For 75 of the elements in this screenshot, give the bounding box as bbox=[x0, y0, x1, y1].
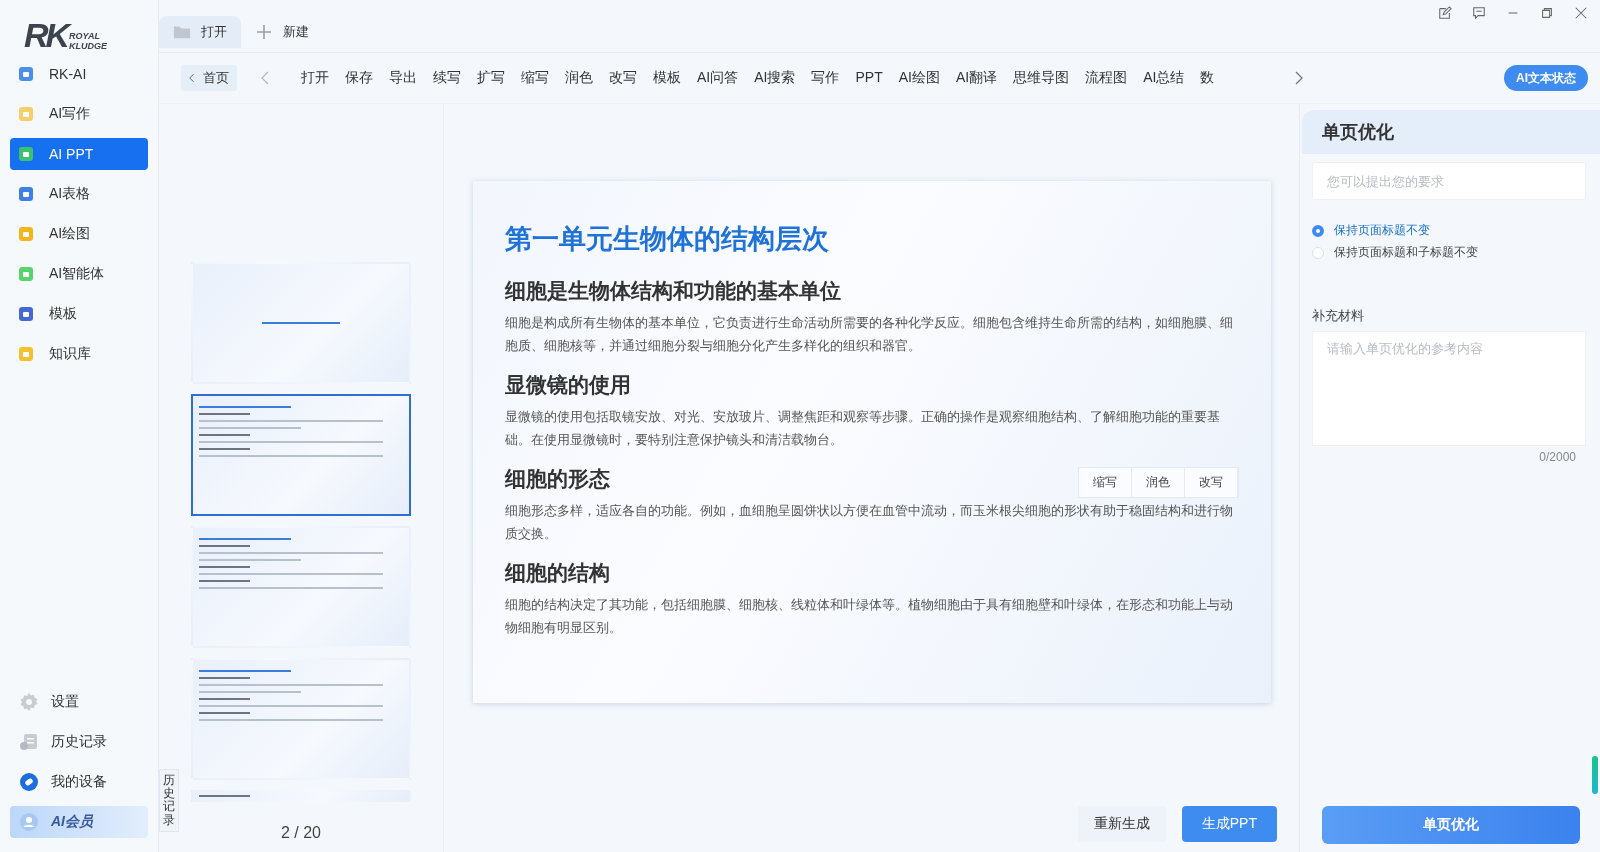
back-icon bbox=[189, 73, 195, 83]
edit-icon[interactable] bbox=[1438, 6, 1452, 20]
restore-icon[interactable] bbox=[1540, 6, 1554, 20]
slide-thumbnail[interactable] bbox=[191, 790, 411, 802]
toolbar-item[interactable]: 续写 bbox=[425, 69, 469, 87]
slide-paragraph: 显微镜的使用包括取镜安放、对光、安放玻片、调整焦距和观察等步骤。正确的操作是观察细胞结构、了解细胞功能的重要基础。在使用显微镜时，要特别注意保护镜头和清洁载物台。 bbox=[504, 408, 1221, 449]
toolbar-item[interactable]: AI绘图 bbox=[890, 69, 948, 87]
close-icon[interactable] bbox=[1574, 6, 1588, 20]
scroll-indicator bbox=[1592, 756, 1598, 794]
slide-thumbnail[interactable] bbox=[191, 526, 411, 648]
toolbar-item[interactable]: 保存 bbox=[337, 69, 381, 87]
toolbar-item[interactable]: AI问答 bbox=[689, 69, 747, 87]
plus-icon bbox=[255, 24, 273, 40]
toolbar-item[interactable]: 思维导图 bbox=[1005, 69, 1078, 87]
toolbar-item[interactable]: 改写 bbox=[601, 69, 645, 87]
settings-icon bbox=[19, 692, 39, 712]
character-counter: 0/2000 bbox=[1539, 450, 1576, 464]
toolbar-item[interactable]: AI翻译 bbox=[947, 69, 1006, 87]
slide-paragraph: 细胞的结构决定了其功能，包括细胞膜、细胞核、线粒体和叶绿体等。植物细胞由于具有细胞壁和叶绿体，在形态和功能上与动物细胞有明显区别。 bbox=[504, 596, 1234, 637]
folder-icon bbox=[173, 24, 191, 40]
slide-heading: 细胞的结构 bbox=[504, 560, 610, 586]
regenerate-button[interactable]: 重新生成 bbox=[1077, 806, 1166, 842]
slide-title: 第一单元生物体的结构层次 bbox=[504, 223, 830, 256]
panel-title: 单页优化 bbox=[1302, 110, 1600, 154]
scroll-right-icon[interactable] bbox=[1295, 71, 1303, 85]
toolbar-item[interactable]: 导出 bbox=[381, 69, 425, 87]
slide-thumbnail[interactable] bbox=[191, 658, 411, 780]
history-tab[interactable]: 历史记录 bbox=[159, 769, 179, 832]
sidebar-item[interactable]: AI智能体 bbox=[10, 258, 148, 290]
toolbar-item[interactable]: 缩写 bbox=[513, 69, 557, 87]
sidebar-item[interactable]: AI绘图 bbox=[10, 218, 148, 250]
home-button[interactable]: 首页 bbox=[181, 65, 237, 91]
slide-thumbnail[interactable] bbox=[191, 262, 411, 384]
toolbar-item[interactable]: AI搜索 bbox=[746, 69, 804, 87]
toolbar-item[interactable]: 写作 bbox=[803, 69, 848, 87]
toolbar-item[interactable]: AI总结 bbox=[1135, 69, 1193, 87]
field-label: 补充材料 bbox=[1312, 307, 1365, 325]
toolbar-item[interactable]: 打开 bbox=[293, 69, 337, 87]
action-button[interactable]: 润色 bbox=[1131, 467, 1185, 497]
user-icon bbox=[19, 812, 39, 832]
radio-button[interactable] bbox=[1312, 224, 1324, 237]
action-button[interactable]: 缩写 bbox=[1078, 467, 1132, 497]
toolbar-item[interactable]: 模板 bbox=[645, 69, 689, 87]
slide-thumbnail[interactable] bbox=[191, 394, 411, 516]
sidebar-item[interactable]: AI会员 bbox=[10, 806, 148, 838]
sidebar-item[interactable]: AI PPT bbox=[10, 138, 148, 170]
page-counter: 2 / 20 bbox=[281, 824, 321, 842]
sidebar-item[interactable]: RK-AI bbox=[10, 58, 148, 90]
sidebar-item[interactable]: 模板 bbox=[10, 298, 148, 330]
action-button[interactable]: 改写 bbox=[1184, 467, 1238, 497]
toolbar-item[interactable]: 扩写 bbox=[469, 69, 513, 87]
radio-option[interactable]: 保持页面标题和子标题不变 bbox=[1312, 244, 1586, 261]
sidebar-item[interactable]: 历史记录 bbox=[10, 726, 148, 758]
history-icon bbox=[19, 732, 39, 752]
slide-heading: 显微镜的使用 bbox=[504, 372, 631, 398]
request-field[interactable]: 您可以提出您的要求 bbox=[1312, 162, 1586, 200]
toolbar-item[interactable]: 润色 bbox=[557, 69, 601, 87]
slide-paragraph: 细胞形态多样，适应各自的功能。例如，血细胞呈圆饼状以方便在血管中流动，而玉米根尖细胞的形状有助于稳固结构和进行物质交换。 bbox=[504, 502, 1234, 543]
sidebar-item[interactable]: 知识库 bbox=[10, 338, 148, 370]
file-tab[interactable]: 新建 bbox=[241, 16, 323, 48]
toolbar-item[interactable]: 流程图 bbox=[1077, 69, 1136, 87]
slide-paragraph: 细胞是构成所有生物体的基本单位，它负责进行生命活动所需要的各种化学反应。细胞包含维持生命所需的结构，如细胞膜、细胞质、细胞核等，并通过细胞分裂与细胞分化产生多样化的组织和器官。 bbox=[504, 314, 1234, 355]
device-icon bbox=[19, 772, 39, 792]
sidebar-item[interactable]: AI写作 bbox=[10, 98, 148, 130]
comment-icon[interactable] bbox=[1472, 6, 1486, 20]
radio-option[interactable]: 保持页面标题不变 bbox=[1312, 222, 1586, 239]
toolbar-item[interactable]: 数 bbox=[1192, 69, 1223, 87]
file-tab[interactable]: 打开 bbox=[159, 16, 241, 48]
slide-heading: 细胞的形态 bbox=[504, 466, 610, 492]
sidebar-item[interactable]: AI表格 bbox=[10, 178, 148, 210]
sidebar-item[interactable]: 我的设备 bbox=[10, 766, 148, 798]
slide-heading: 细胞是生物体结构和功能的基本单位 bbox=[504, 278, 841, 304]
toolbar-item[interactable]: PPT bbox=[847, 69, 891, 87]
sidebar-item[interactable]: 设置 bbox=[10, 686, 148, 718]
material-field[interactable]: 请输入单页优化的参考内容 bbox=[1312, 331, 1586, 446]
